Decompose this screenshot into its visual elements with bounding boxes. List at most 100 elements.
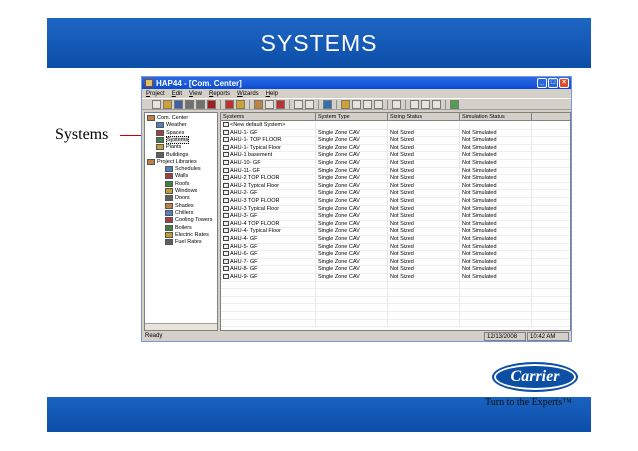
new-project-icon[interactable] [152,99,161,109]
table-row[interactable] [221,312,570,320]
tree-item-label: Cooling Towers [175,217,213,224]
table-cell [532,145,570,153]
large-icons-icon[interactable] [341,99,350,109]
table-row[interactable]: AHU-1 basement Single Zone CAV Not Sized No… [221,152,570,160]
tree-item-label: Com. Center [157,115,189,121]
menu-help[interactable]: Help [266,91,278,97]
toolbar-separator [318,99,319,109]
table-row[interactable]: AHU-5- GF Single Zone CAV Not Sized Not Sim… [221,243,570,252]
cell-text: Not Simulated [462,251,497,258]
table-cell: Not Sized [388,205,460,214]
table-cell: Single Zone CAV [316,137,388,145]
minimize-button[interactable]: _ [537,78,547,88]
report-icon[interactable] [323,99,332,109]
system-report-icon[interactable] [392,99,401,109]
menu-view[interactable]: View [189,91,202,97]
table-row[interactable] [221,296,570,305]
status-bar: Ready 12/13/2008 10:42 AM [142,332,571,342]
cell-text: AHU-3 Typical Floor [230,205,280,212]
table-row[interactable]: AHU-2 TOP FLOOR Single Zone CAV Not Sized N… [221,175,570,183]
delete-icon[interactable] [276,99,285,109]
table-row[interactable]: <New default System> [221,122,570,130]
table-row[interactable]: AHU-7- GF Single Zone CAV Not Sized Not Sim… [221,258,570,267]
table-cell [221,312,316,320]
col-header-system-type[interactable]: System Type [316,113,388,121]
calculate-icon[interactable] [294,99,303,109]
table-cell [460,304,532,312]
table-cell: AHU-2- GF [221,190,316,198]
tree-item-label: Windows [175,188,198,194]
table-row[interactable] [221,304,570,312]
col-header-sizing-status[interactable]: Sizing Status [388,113,460,121]
table-row[interactable]: AHU-8- GF Single Zone CAV Not Sized Not Sim… [221,266,570,274]
table-row[interactable]: AHU-4- Typical Floor Single Zone CAV Not S… [221,228,570,236]
menu-edit[interactable]: Edit [172,91,182,97]
table-row[interactable]: AHU-6- GF Single Zone CAV Not Sized Not Sim… [221,251,570,259]
copy-icon[interactable] [265,99,274,109]
rotate-icon[interactable] [305,99,314,109]
table-cell [532,297,570,305]
schedules-icon [165,166,173,173]
systems-list[interactable]: Systems System Type Sizing Status Simula… [220,112,571,331]
cell-text: Single Zone CAV [318,160,360,166]
table-row[interactable]: AHU-4- GF Single Zone CAV Not Sized Not Sim… [221,236,570,244]
table-row[interactable]: AHU-3 TOP FLOOR Single Zone CAV Not Sized N… [221,198,570,206]
table-cell: Not Simulated [460,144,532,153]
properties-icon[interactable] [225,99,234,109]
details-view-icon[interactable] [374,99,383,109]
table-row[interactable]: AHU-2 Typical Floor Single Zone CAV Not Si… [221,182,570,191]
archive-icon[interactable] [185,99,194,109]
table-row[interactable]: AHU-1- Typical Floor Single Zone CAV Not S… [221,144,570,153]
help-icon[interactable] [450,99,459,109]
export-icon[interactable] [432,99,441,109]
table-cell [532,266,570,274]
save-project-icon[interactable] [174,99,183,109]
cell-text: AHU-10- GF [230,160,261,166]
list-view-icon[interactable] [363,99,372,109]
retrieve-icon[interactable] [196,99,205,109]
table-row[interactable] [221,289,570,297]
table-row[interactable] [221,281,570,290]
maximize-button[interactable]: □ [548,78,558,88]
cell-text: AHU-2 Typical Floor [230,182,280,189]
menu-wizards[interactable]: Wizards [237,91,259,97]
table-cell: Single Zone CAV [316,205,388,214]
cell-text: Not Simulated [462,198,497,204]
system-icon [223,182,229,188]
table-row[interactable]: AHU-3- GF Single Zone CAV Not Sized Not Sim… [221,213,570,221]
tree-item-label: Buildings [166,151,189,158]
small-icons-icon[interactable] [352,99,361,109]
table-cell: Not Simulated [460,129,532,138]
tree-horizontal-scrollbar[interactable] [145,323,217,330]
graph-icon[interactable] [410,99,419,109]
tree-item-label: Doors [175,195,190,202]
table-row[interactable] [221,319,570,328]
table-row[interactable]: AHU-10- GF Single Zone CAV Not Sized Not Si… [221,160,570,168]
table-row[interactable]: AHU-11- GF Single Zone CAV Not Sized Not Si… [221,167,570,176]
table-row[interactable]: AHU-4 TOP FLOOR Single Zone CAV Not Sized N… [221,220,570,229]
table-row[interactable]: AHU-3 Typical Floor Single Zone CAV Not Si… [221,205,570,214]
table-cell: Not Sized [388,243,460,252]
tree-item-label: Boilers [175,224,192,231]
col-header-systems[interactable]: Systems [221,113,316,121]
close-button[interactable]: × [559,78,569,88]
table-row[interactable]: AHU-9- GF Single Zone CAV Not Sized Not Sim… [221,274,570,282]
print-icon[interactable] [207,99,216,109]
new-item-icon[interactable] [236,99,245,109]
menu-project[interactable]: Project [146,91,165,97]
menu-reports[interactable]: Reports [209,91,230,97]
table-cell: AHU-1- Typical Floor [221,144,316,153]
table-cell [532,122,570,130]
table-cell: Not Simulated [460,213,532,221]
window-titlebar[interactable]: HAP44 - [Com. Center] _ □ × [142,77,571,89]
cell-text: Single Zone CAV [318,198,360,204]
project-tree[interactable]: Com. Center Weather Spaces Systems Plants Bui… [144,112,218,331]
table-row[interactable]: AHU-1- GF Single Zone CAV Not Sized Not Sim… [221,129,570,138]
open-project-icon[interactable] [163,99,172,109]
table-row[interactable]: AHU-2- GF Single Zone CAV Not Sized Not Sim… [221,190,570,198]
tree-item[interactable]: Fuel Rates [165,238,202,246]
table-row[interactable]: AHU-1- TOP FLOOR Single Zone CAV Not Sized… [221,137,570,145]
chart-icon[interactable] [421,99,430,109]
col-header-simulation-status[interactable]: Simulation Status [460,113,532,121]
duplicate-icon[interactable] [254,99,263,109]
